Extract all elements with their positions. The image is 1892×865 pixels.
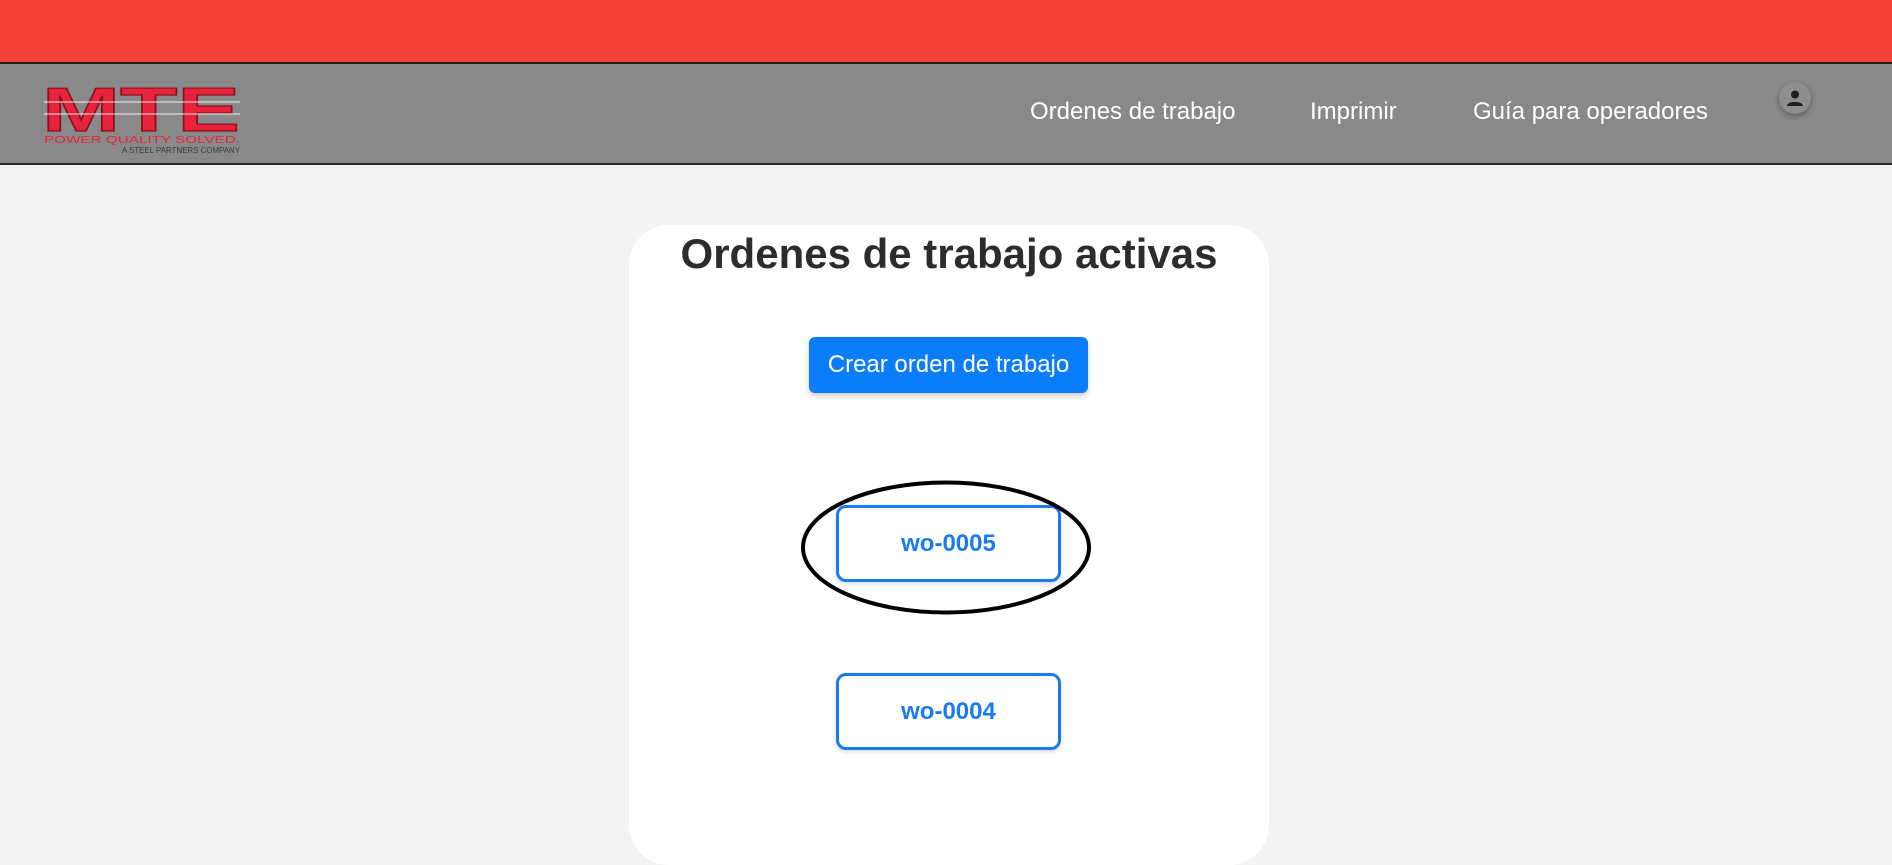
user-icon [1787, 90, 1803, 106]
page-title: Ordenes de trabajo activas [680, 230, 1218, 277]
navbar: MTE POWER QUALITY SOLVED. A STEEL PARTNE… [0, 64, 1892, 165]
logo-subtagline: A STEEL PARTNERS COMPANY [122, 146, 240, 155]
work-order-button[interactable]: wo-0004 [836, 673, 1061, 750]
nav-link-work-orders[interactable]: Ordenes de trabajo [1030, 84, 1235, 140]
nav-link-print[interactable]: Imprimir [1310, 84, 1397, 140]
create-work-order-button[interactable]: Crear orden de trabajo [809, 337, 1088, 393]
mte-logo[interactable]: MTE POWER QUALITY SOLVED. A STEEL PARTNE… [44, 81, 240, 155]
nav-link-operator-guide[interactable]: Guía para operadores [1473, 84, 1708, 140]
user-menu-button[interactable] [1779, 82, 1811, 114]
work-order-button[interactable]: wo-0005 [836, 505, 1061, 582]
logo-tagline: POWER QUALITY SOLVED. [44, 135, 240, 146]
top-color-bar [0, 0, 1892, 64]
active-work-orders-card: Ordenes de trabajo activas Crear orden d… [629, 225, 1269, 865]
